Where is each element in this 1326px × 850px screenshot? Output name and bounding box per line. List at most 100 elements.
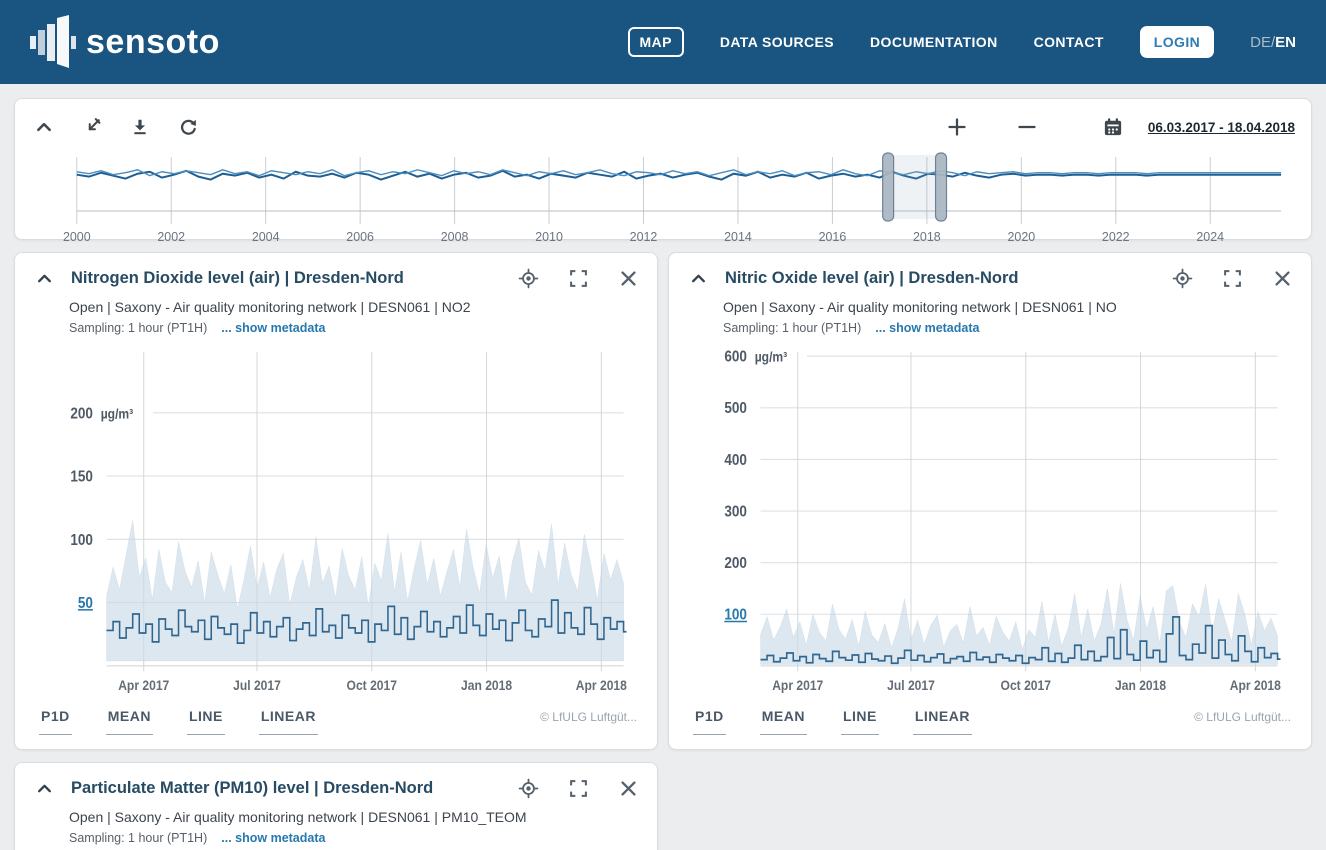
timeline-overview-svg[interactable]: 2000200220042006200820102012201420162018… — [31, 149, 1295, 245]
fullscreen-button[interactable] — [565, 775, 591, 801]
page-content: 06.03.2017 - 18.04.2018 2000200220042006… — [0, 84, 1326, 850]
minus-icon — [1017, 117, 1037, 137]
chevron-up-icon — [36, 270, 53, 287]
timeline-year-tick: 2020 — [1007, 230, 1035, 244]
timeline-year-tick: 2016 — [819, 230, 847, 244]
panel-nitrogen-dioxide: Nitrogen Dioxide level (air) | Dresden-N… — [14, 252, 658, 750]
period-button[interactable]: P1D — [693, 708, 726, 735]
x-axis-tick: Oct 2017 — [1001, 677, 1051, 693]
x-axis-tick: Jul 2017 — [233, 677, 281, 693]
locate-target-icon — [1172, 268, 1193, 289]
scale-button[interactable]: LINEAR — [259, 708, 318, 735]
main-nav: MAP DATA SOURCES DOCUMENTATION CONTACT L… — [628, 26, 1297, 58]
collapse-panel-button[interactable] — [31, 775, 57, 801]
calendar-button[interactable] — [1100, 114, 1126, 140]
chart-footer: P1D MEAN LINE LINEAR © LfULG Luftgüt... — [31, 704, 641, 737]
show-metadata-link[interactable]: ... show metadata — [221, 831, 325, 845]
brand[interactable]: sensoto — [30, 14, 220, 70]
panel-title: Particulate Matter (PM10) level | Dresde… — [71, 779, 515, 798]
timeline-year-tick: 2022 — [1102, 230, 1130, 244]
close-icon — [619, 779, 638, 798]
refresh-icon — [179, 118, 198, 137]
date-range-link[interactable]: 06.03.2017 - 18.04.2018 — [1148, 120, 1295, 135]
copyright-label: © LfULG Luftgüt... — [1194, 708, 1291, 724]
timeline-brush-handle-left[interactable] — [883, 153, 894, 221]
zoom-in-button[interactable] — [944, 114, 970, 140]
fullscreen-button[interactable] — [1219, 265, 1245, 291]
show-metadata-link[interactable]: ... show metadata — [875, 321, 979, 335]
period-button[interactable]: P1D — [39, 708, 72, 735]
y-axis-unit: µg/m³ — [755, 349, 788, 365]
locate-button[interactable] — [515, 265, 541, 291]
sampling-label: Sampling: 1 hour (PT1H) — [69, 831, 207, 845]
collapse-panel-button[interactable] — [31, 265, 57, 291]
nav-documentation[interactable]: DOCUMENTATION — [870, 34, 998, 50]
sampling-label: Sampling: 1 hour (PT1H) — [723, 321, 861, 335]
download-icon — [131, 118, 149, 136]
download-button[interactable] — [127, 114, 153, 140]
chevron-up-icon — [690, 270, 707, 287]
collapse-panel-button[interactable] — [31, 114, 57, 140]
zoom-out-button[interactable] — [1014, 114, 1040, 140]
show-metadata-link[interactable]: ... show metadata — [221, 321, 325, 335]
timeline-year-tick: 2010 — [535, 230, 563, 244]
timeline-year-tick: 2014 — [724, 230, 752, 244]
chevron-up-icon — [35, 118, 53, 136]
close-button[interactable] — [615, 265, 641, 291]
close-button[interactable] — [615, 775, 641, 801]
timeline-brush-handle-right[interactable] — [936, 153, 947, 221]
scale-button[interactable]: LINEAR — [913, 708, 972, 735]
timeline-brush[interactable] — [888, 155, 941, 219]
copyright-label: © LfULG Luftgüt... — [540, 708, 637, 724]
refresh-button[interactable] — [175, 114, 201, 140]
panel-title: Nitrogen Dioxide level (air) | Dresden-N… — [71, 269, 515, 288]
dataset-description: Open | Saxony - Air quality monitoring n… — [69, 809, 641, 825]
y-axis-tick: 100 — [70, 532, 93, 549]
timeline-year-tick: 2002 — [157, 230, 185, 244]
login-button[interactable]: LOGIN — [1140, 26, 1214, 58]
close-icon — [619, 269, 638, 288]
brand-name: sensoto — [86, 23, 220, 62]
timeline-panel: 06.03.2017 - 18.04.2018 2000200220042006… — [14, 98, 1312, 240]
app-header: sensoto MAP DATA SOURCES DOCUMENTATION C… — [0, 0, 1326, 84]
no-chart-svg[interactable]: 100200300400500600µg/m³Apr 2017Jul 2017O… — [685, 339, 1295, 704]
dataset-description: Open | Saxony - Air quality monitoring n… — [69, 299, 641, 315]
fullscreen-button[interactable] — [565, 265, 591, 291]
x-axis-tick: Oct 2017 — [347, 677, 397, 693]
close-button[interactable] — [1269, 265, 1295, 291]
y-axis-tick-link[interactable]: 100 — [724, 607, 747, 624]
y-axis-tick-link[interactable]: 50 — [78, 595, 93, 612]
compress-button[interactable] — [79, 114, 105, 140]
timeline-year-tick: 2008 — [441, 230, 469, 244]
collapse-panel-button[interactable] — [685, 265, 711, 291]
language-switch[interactable]: DE/EN — [1250, 34, 1296, 51]
aggregation-button[interactable]: MEAN — [106, 708, 153, 735]
nav-contact[interactable]: CONTACT — [1034, 34, 1104, 50]
locate-target-icon — [518, 268, 539, 289]
panel-nitric-oxide: Nitric Oxide level (air) | Dresden-Nord — [668, 252, 1312, 750]
locate-button[interactable] — [1169, 265, 1195, 291]
chart-area: 50100150200µg/m³Apr 2017Jul 2017Oct 2017… — [31, 339, 641, 704]
panel-header: Particulate Matter (PM10) level | Dresde… — [31, 775, 641, 801]
close-icon — [1273, 269, 1292, 288]
x-axis-tick: Jan 2018 — [1115, 677, 1166, 693]
lang-de[interactable]: DE/ — [1250, 34, 1275, 51]
sampling-label: Sampling: 1 hour (PT1H) — [69, 321, 207, 335]
brand-logo-icon — [30, 14, 76, 70]
compress-arrow-icon — [83, 118, 101, 136]
timeline-year-tick: 2006 — [346, 230, 374, 244]
fullscreen-icon — [569, 779, 588, 798]
x-axis-tick: Apr 2017 — [118, 677, 169, 693]
lang-en: EN — [1275, 34, 1296, 51]
nav-map[interactable]: MAP — [628, 27, 684, 57]
no2-chart-svg[interactable]: 50100150200µg/m³Apr 2017Jul 2017Oct 2017… — [31, 339, 641, 704]
x-axis-tick: Apr 2018 — [576, 677, 627, 693]
locate-button[interactable] — [515, 775, 541, 801]
chart-type-button[interactable]: LINE — [187, 708, 225, 735]
fullscreen-icon — [1223, 269, 1242, 288]
aggregation-button[interactable]: MEAN — [760, 708, 807, 735]
timeline-toolbar-right: 06.03.2017 - 18.04.2018 — [944, 114, 1295, 140]
timeline-year-tick: 2004 — [252, 230, 280, 244]
nav-data-sources[interactable]: DATA SOURCES — [720, 34, 834, 50]
chart-type-button[interactable]: LINE — [841, 708, 879, 735]
